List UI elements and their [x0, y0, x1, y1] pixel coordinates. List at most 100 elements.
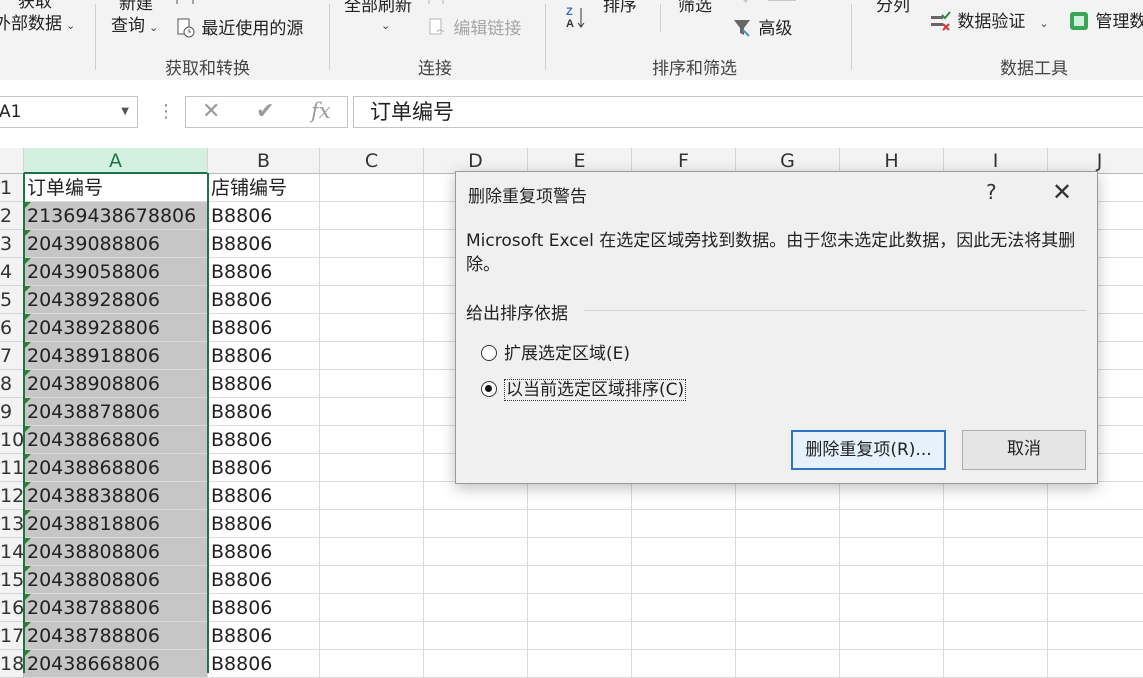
enter-icon[interactable]: ✔: [256, 99, 274, 124]
cell-order-number[interactable]: 20438868806: [24, 454, 208, 482]
cell-empty[interactable]: [840, 622, 944, 650]
data-validation-button[interactable]: 数据验证 ⌄: [930, 10, 1049, 34]
cell-empty[interactable]: [632, 566, 736, 594]
clear-filter-button[interactable]: [738, 0, 818, 4]
cell-empty[interactable]: [632, 538, 736, 566]
recent-sources-button[interactable]: 最近使用的源: [176, 18, 303, 39]
cell-store-number[interactable]: B8806: [208, 650, 320, 678]
new-query-button[interactable]: 新建: [119, 0, 153, 14]
cell-store-number[interactable]: B8806: [208, 566, 320, 594]
column-header-c[interactable]: C: [320, 148, 424, 174]
cell-store-number[interactable]: B8806: [208, 398, 320, 426]
cell-order-number[interactable]: 20438928806: [24, 314, 208, 342]
cell-empty[interactable]: [320, 370, 424, 398]
cell-empty[interactable]: [528, 538, 632, 566]
cell-empty[interactable]: [944, 622, 1048, 650]
edit-links-button[interactable]: 编辑链接: [428, 18, 521, 39]
cell-empty[interactable]: [320, 258, 424, 286]
cell-store-number[interactable]: B8806: [208, 510, 320, 538]
cell-empty[interactable]: [1048, 538, 1143, 566]
cell-empty[interactable]: [840, 594, 944, 622]
cell-store-number[interactable]: B8806: [208, 230, 320, 258]
cell-store-number[interactable]: B8806: [208, 454, 320, 482]
close-icon[interactable]: ✕: [1052, 178, 1072, 206]
cell-empty[interactable]: [736, 510, 840, 538]
cell-empty[interactable]: [320, 622, 424, 650]
sort-button[interactable]: 排序: [603, 0, 637, 16]
cell-order-number[interactable]: 20438868806: [24, 426, 208, 454]
row-header[interactable]: 3: [0, 230, 24, 258]
cell-empty[interactable]: [840, 538, 944, 566]
cell-empty[interactable]: [944, 510, 1048, 538]
cell-empty[interactable]: [944, 650, 1048, 678]
cell-order-number[interactable]: 20438788806: [24, 594, 208, 622]
cell-empty[interactable]: [632, 510, 736, 538]
cell-empty[interactable]: [840, 650, 944, 678]
sort-za-button[interactable]: Z A: [565, 4, 587, 35]
current-selection-radio[interactable]: 以当前选定区域排序(C): [481, 375, 687, 401]
cell-store-number[interactable]: B8806: [208, 594, 320, 622]
cell-empty[interactable]: [736, 482, 840, 510]
cell-empty[interactable]: [632, 482, 736, 510]
cell-empty[interactable]: [424, 650, 528, 678]
cell-empty[interactable]: [320, 454, 424, 482]
cell-order-number[interactable]: 20438928806: [24, 286, 208, 314]
cell-empty[interactable]: [320, 482, 424, 510]
cell-empty[interactable]: [320, 314, 424, 342]
cell-empty[interactable]: [528, 510, 632, 538]
cell-empty[interactable]: [944, 538, 1048, 566]
row-header[interactable]: 5: [0, 286, 24, 314]
new-query-label[interactable]: 查询 ⌄: [111, 16, 158, 38]
column-header-a[interactable]: A: [24, 148, 208, 174]
cell-store-number[interactable]: B8806: [208, 314, 320, 342]
cell-empty[interactable]: [944, 594, 1048, 622]
cell-empty[interactable]: [840, 482, 944, 510]
cell-empty[interactable]: [736, 650, 840, 678]
cell-empty[interactable]: [320, 398, 424, 426]
cell-empty[interactable]: [424, 566, 528, 594]
cell-order-number[interactable]: 20438878806: [24, 398, 208, 426]
show-queries-button[interactable]: [176, 0, 236, 4]
cell-empty[interactable]: [1048, 566, 1143, 594]
text-to-columns-button[interactable]: 分列: [876, 0, 910, 16]
cell-empty[interactable]: [632, 594, 736, 622]
cell-order-number[interactable]: 20438808806: [24, 566, 208, 594]
cell-empty[interactable]: [840, 566, 944, 594]
cell-empty[interactable]: [1048, 510, 1143, 538]
cell-empty[interactable]: [424, 510, 528, 538]
cell-empty[interactable]: [424, 538, 528, 566]
cell-empty[interactable]: [528, 482, 632, 510]
cell-store-number[interactable]: B8806: [208, 202, 320, 230]
remove-duplicates-button[interactable]: 删除重复项(R)...: [791, 430, 946, 470]
refresh-all-dropdown[interactable]: ⌄: [377, 14, 390, 36]
row-header[interactable]: 11: [0, 454, 24, 482]
cell-empty[interactable]: [320, 286, 424, 314]
cell-order-number[interactable]: 订单编号: [24, 174, 208, 202]
cell-store-number[interactable]: B8806: [208, 538, 320, 566]
cell-empty[interactable]: [320, 342, 424, 370]
row-header[interactable]: 2: [0, 202, 24, 230]
cell-empty[interactable]: [320, 650, 424, 678]
cell-store-number[interactable]: B8806: [208, 286, 320, 314]
row-header[interactable]: 7: [0, 342, 24, 370]
cancel-button[interactable]: 取消: [962, 430, 1086, 470]
cell-empty[interactable]: [944, 482, 1048, 510]
name-box[interactable]: A1 ▼: [0, 96, 138, 128]
row-header[interactable]: 8: [0, 370, 24, 398]
expand-selection-radio[interactable]: 扩展选定区域(E): [481, 339, 630, 364]
cell-empty[interactable]: [736, 622, 840, 650]
cell-empty[interactable]: [1048, 622, 1143, 650]
cell-empty[interactable]: [528, 650, 632, 678]
cell-store-number[interactable]: B8806: [208, 258, 320, 286]
row-header[interactable]: 16: [0, 594, 24, 622]
row-header[interactable]: 13: [0, 510, 24, 538]
row-header[interactable]: 9: [0, 398, 24, 426]
column-header-b[interactable]: B: [208, 148, 320, 174]
row-header[interactable]: 14: [0, 538, 24, 566]
cell-store-number[interactable]: B8806: [208, 622, 320, 650]
row-header[interactable]: 4: [0, 258, 24, 286]
advanced-filter-button[interactable]: 高级: [733, 18, 792, 39]
cell-order-number[interactable]: 20438818806: [24, 510, 208, 538]
cell-empty[interactable]: [1048, 482, 1143, 510]
cell-empty[interactable]: [632, 650, 736, 678]
